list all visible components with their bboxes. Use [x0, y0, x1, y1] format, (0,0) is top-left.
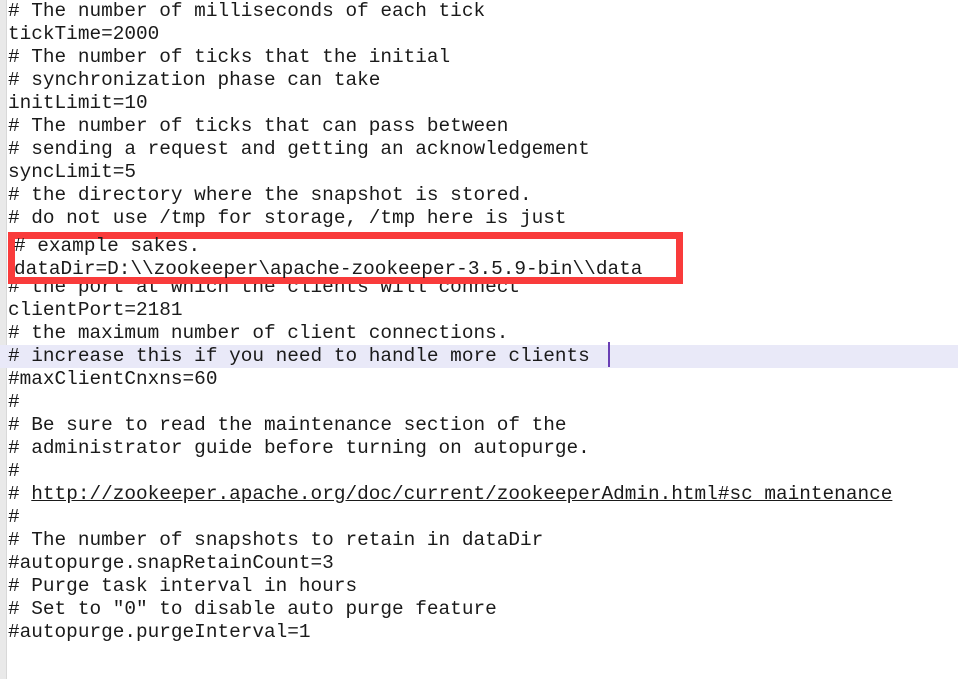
code-line-text: # the directory where the snapshot is st…: [8, 184, 532, 206]
code-line-text: # synchronization phase can take: [8, 69, 381, 91]
zookeeper-admin-doc-link[interactable]: http://zookeeper.apache.org/doc/current/…: [31, 483, 892, 505]
code-line-text: # do not use /tmp for storage, /tmp here…: [8, 207, 567, 229]
code-line[interactable]: clientPort=2181: [8, 299, 958, 322]
code-line[interactable]: # The number of ticks that the initial: [8, 46, 958, 69]
code-line-text: initLimit=10: [8, 92, 148, 114]
red-highlight-annotation: # example sakes. dataDir=D:\\zookeeper\a…: [8, 232, 683, 284]
code-line[interactable]: #autopurge.purgeInterval=1: [8, 621, 958, 644]
code-line-text: # the maximum number of client connectio…: [8, 322, 509, 344]
code-line[interactable]: #: [8, 506, 958, 529]
code-line-text: # increase this if you need to handle mo…: [8, 345, 590, 367]
code-line[interactable]: #: [8, 391, 958, 414]
code-line-text: dataDir=D:\\zookeeper\apache-zookeeper-3…: [14, 258, 643, 280]
code-line-text: #: [8, 391, 20, 413]
code-line-text: # The number of ticks that the initial: [8, 46, 451, 68]
code-line[interactable]: # The number of snapshots to retain in d…: [8, 529, 958, 552]
code-line[interactable]: # Purge task interval in hours: [8, 575, 958, 598]
code-line-text: # administrator guide before turning on …: [8, 437, 590, 459]
code-line[interactable]: tickTime=2000: [8, 23, 958, 46]
code-line[interactable]: # the directory where the snapshot is st…: [8, 184, 958, 207]
code-line-text: # The number of ticks that can pass betw…: [8, 115, 509, 137]
code-line-text: # Purge task interval in hours: [8, 575, 358, 597]
code-line: # example sakes.: [14, 235, 714, 258]
code-line-text: syncLimit=5: [8, 161, 136, 183]
code-line-text: #maxClientCnxns=60: [8, 368, 218, 390]
code-line-text: tickTime=2000: [8, 23, 160, 45]
code-line-text: #: [8, 506, 20, 528]
code-line-text: # example sakes.: [14, 235, 201, 257]
code-line[interactable]: initLimit=10: [8, 92, 958, 115]
code-line-link[interactable]: # http://zookeeper.apache.org/doc/curren…: [8, 483, 958, 506]
text-caret: [608, 342, 610, 367]
code-line[interactable]: # do not use /tmp for storage, /tmp here…: [8, 207, 958, 230]
code-line-text: #: [8, 460, 20, 482]
annotated-lines: # example sakes. dataDir=D:\\zookeeper\a…: [14, 235, 714, 281]
code-line[interactable]: # administrator guide before turning on …: [8, 437, 958, 460]
code-line-text: # The number of milliseconds of each tic…: [8, 0, 486, 22]
code-line-text: # Be sure to read the maintenance sectio…: [8, 414, 567, 436]
code-line[interactable]: # the maximum number of client connectio…: [8, 322, 958, 345]
code-line-text: # The number of snapshots to retain in d…: [8, 529, 544, 551]
comment-hash: #: [8, 483, 32, 505]
code-line-text: # sending a request and getting an ackno…: [8, 138, 590, 160]
code-line-current[interactable]: # increase this if you need to handle mo…: [0, 345, 958, 368]
code-line[interactable]: syncLimit=5: [8, 161, 958, 184]
code-line-text: clientPort=2181: [8, 299, 183, 321]
code-line[interactable]: # sending a request and getting an ackno…: [8, 138, 958, 161]
code-line-text: #autopurge.purgeInterval=1: [8, 621, 311, 643]
editor-gutter: [0, 0, 7, 679]
code-line[interactable]: # synchronization phase can take: [8, 69, 958, 92]
code-line[interactable]: #: [8, 460, 958, 483]
code-line[interactable]: # Be sure to read the maintenance sectio…: [8, 414, 958, 437]
code-line[interactable]: # The number of milliseconds of each tic…: [8, 0, 958, 23]
code-line[interactable]: #autopurge.snapRetainCount=3: [8, 552, 958, 575]
code-line[interactable]: # Set to "0" to disable auto purge featu…: [8, 598, 958, 621]
code-line-text: #autopurge.snapRetainCount=3: [8, 552, 334, 574]
code-line[interactable]: # The number of ticks that can pass betw…: [8, 115, 958, 138]
code-line[interactable]: #maxClientCnxns=60: [8, 368, 958, 391]
code-line-text: # Set to "0" to disable auto purge featu…: [8, 598, 497, 620]
text-editor[interactable]: # The number of milliseconds of each tic…: [0, 0, 958, 679]
code-area[interactable]: # The number of milliseconds of each tic…: [0, 0, 958, 679]
code-line: dataDir=D:\\zookeeper\apache-zookeeper-3…: [14, 258, 714, 281]
